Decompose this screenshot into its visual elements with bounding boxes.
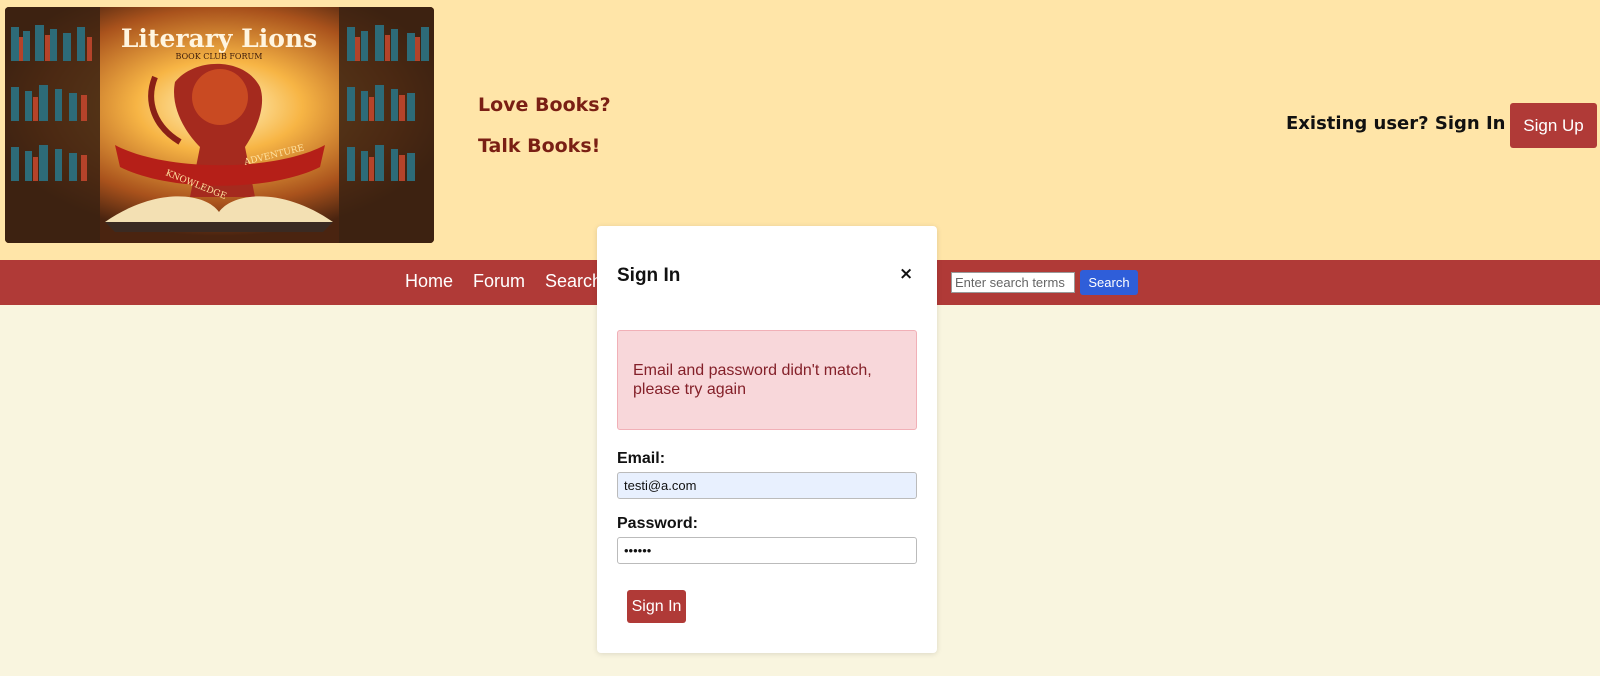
search-button[interactable]: Search [1080,270,1138,295]
email-label: Email: [617,450,666,467]
logo-subtitle: BOOK CLUB FORUM [176,52,263,61]
tagline-love-books: Love Books? [478,94,611,116]
tagline-talk-books: Talk Books! [478,135,601,157]
nav-search-link[interactable]: Search [545,271,602,292]
email-field[interactable] [617,472,917,499]
close-icon[interactable]: × [899,264,913,284]
logo-illustration: KNOWLEDGE ADVENTURE Literary Lions BOOK … [5,7,434,243]
error-alert: Email and password didn't match, please … [617,330,917,430]
password-field[interactable] [617,537,917,564]
sign-in-submit-button[interactable]: Sign In [627,590,686,623]
nav-home-link[interactable]: Home [405,271,453,292]
logo-title: Literary Lions [121,24,317,53]
site-header: KNOWLEDGE ADVENTURE Literary Lions BOOK … [0,0,1600,260]
nav-forum-link[interactable]: Forum [473,271,525,292]
sign-up-button[interactable]: Sign Up [1510,103,1597,148]
existing-user-sign-in-toggle[interactable]: Existing user? Sign In ▼ [1286,113,1526,134]
search-input[interactable] [951,272,1075,293]
password-label: Password: [617,515,698,532]
literary-lions-logo[interactable]: KNOWLEDGE ADVENTURE Literary Lions BOOK … [5,7,434,243]
modal-title: Sign In [617,265,681,286]
sign-in-modal: Sign In × Email and password didn't matc… [597,226,937,653]
